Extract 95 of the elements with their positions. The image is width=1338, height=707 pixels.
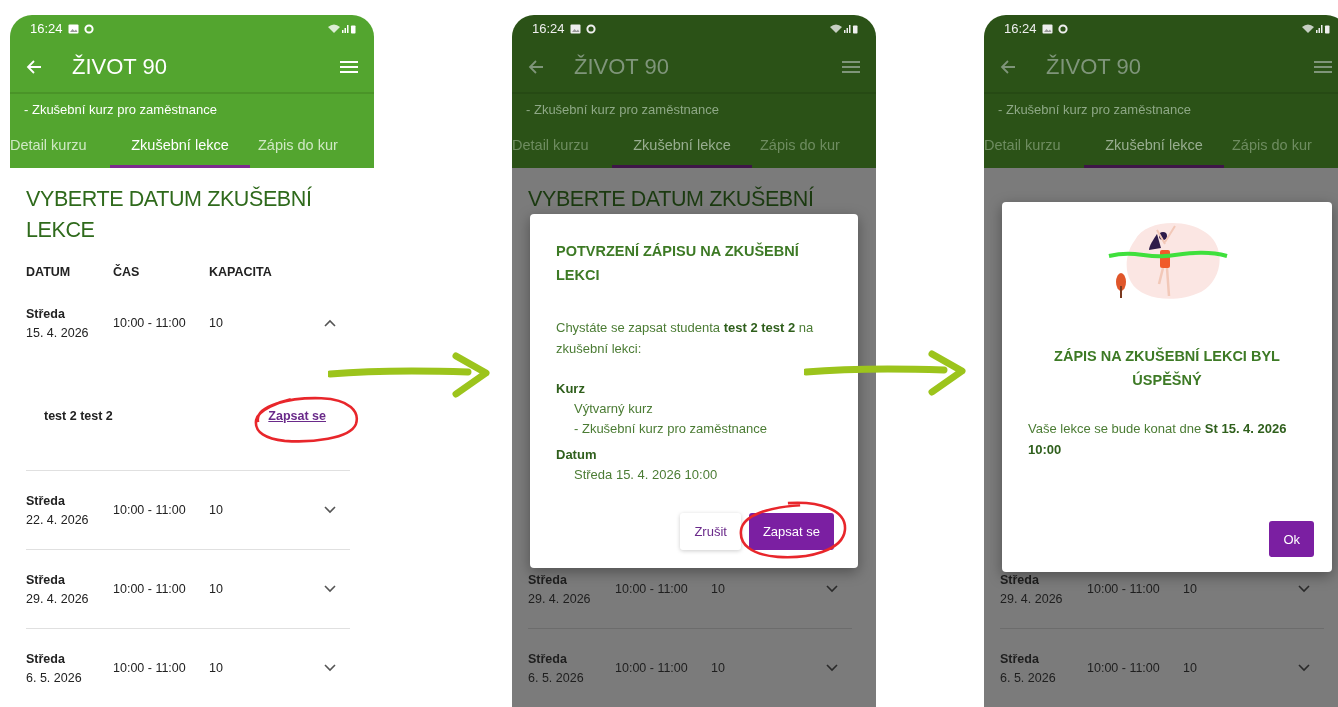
- field-value: - Zkušební kurz pro zaměstnance: [573, 420, 768, 438]
- capacity-value: 10: [209, 661, 224, 675]
- date-text: 6. 5. 2026: [26, 670, 83, 685]
- enroll-link[interactable]: Zapsat se: [268, 409, 326, 423]
- dialog-message: Chystáte se zapsat studenta test 2 test 2 na zkušební lekci:: [556, 319, 815, 358]
- capacity-value: 10: [1183, 582, 1198, 596]
- weekday: Středa: [26, 493, 66, 508]
- app-title: ŽIVOT 90: [1046, 54, 1142, 80]
- time-range: 10:00 - 11:00: [113, 503, 187, 517]
- course-subtitle: - Zkušební kurz pro zaměstnance: [998, 102, 1191, 117]
- date-row[interactable]: Středa 6. 5. 2026 10:00 - 11:00 10: [984, 629, 1324, 707]
- course-subtitle: - Zkušební kurz pro zaměstnance: [526, 102, 719, 117]
- capacity-value: 10: [209, 582, 224, 596]
- sync-icon: [83, 23, 94, 34]
- capacity-value: 10: [1183, 661, 1198, 675]
- sync-icon: [585, 23, 596, 34]
- tab[interactable]: Detail kurzu: [10, 125, 110, 168]
- app-title: ŽIVOT 90: [574, 54, 670, 80]
- dialog-button[interactable]: Zrušit: [680, 513, 741, 550]
- dialog-button[interactable]: Zapsat se: [748, 513, 834, 550]
- capacity-value: 10: [209, 316, 224, 330]
- time-range: 10:00 - 11:00: [113, 661, 187, 675]
- course-subtitle: - Zkušební kurz pro zaměstnance: [24, 102, 217, 117]
- date-text: 15. 4. 2026: [26, 325, 90, 340]
- date-row[interactable]: Středa 6. 5. 2026 10:00 - 11:00 10: [10, 629, 350, 707]
- page-heading: VYBERTE DATUM ZKUŠEBNÍ: [527, 185, 815, 213]
- time-range: 10:00 - 11:00: [113, 582, 187, 596]
- tab[interactable]: Detail kurzu: [984, 125, 1084, 168]
- date-text: 6. 5. 2026: [1000, 670, 1057, 685]
- weekday: Středa: [1000, 651, 1040, 666]
- date-text: 29. 4. 2026: [26, 591, 90, 606]
- weekday: Středa: [528, 572, 568, 587]
- date-text: 22. 4. 2026: [26, 512, 90, 527]
- chevron-down-icon[interactable]: [1298, 664, 1310, 672]
- status-time: 16:24: [1004, 21, 1037, 36]
- chevron-down-icon[interactable]: [826, 664, 838, 672]
- weekday: Středa: [26, 651, 66, 666]
- tab[interactable]: Detail kurzu: [512, 125, 612, 168]
- time-range: 10:00 - 11:00: [1087, 582, 1161, 596]
- chevron-down-icon[interactable]: [324, 664, 336, 672]
- tab[interactable]: Zkušební lekce: [110, 125, 250, 168]
- time-range: 10:00 - 11:00: [1087, 661, 1161, 675]
- back-arrow-icon[interactable]: [1000, 59, 1016, 75]
- date-text: 29. 4. 2026: [528, 591, 592, 606]
- column-header: ČAS: [113, 265, 141, 279]
- weekday: Středa: [26, 306, 66, 321]
- signal-status-icons: [830, 23, 858, 34]
- chevron-down-icon[interactable]: [1298, 585, 1310, 593]
- tab[interactable]: Zápis do kur: [258, 125, 368, 168]
- tab[interactable]: Zápis do kur: [760, 125, 870, 168]
- status-time: 16:24: [30, 21, 63, 36]
- page-heading: VYBERTE DATUM ZKUŠEBNÍ LEKCE: [25, 185, 313, 244]
- student-name: test 2 test 2: [44, 409, 113, 423]
- dialog-title: POTVRZENÍ ZÁPISU NA ZKUŠEBNÍ LEKCI: [556, 241, 800, 285]
- menu-icon[interactable]: [842, 60, 860, 74]
- time-range: 10:00 - 11:00: [113, 316, 187, 330]
- capacity-value: 10: [209, 503, 224, 517]
- date-row[interactable]: Středa 22. 4. 2026 10:00 - 11:00 10: [10, 471, 350, 549]
- column-header: DATUM: [26, 265, 72, 279]
- column-header: KAPACITA: [209, 265, 273, 279]
- field-label: Datum: [556, 446, 598, 464]
- time-range: 10:00 - 11:00: [615, 661, 689, 675]
- dialog-message: Vaše lekce se bude konat dne St 15. 4. 2026 10:00: [1028, 420, 1288, 459]
- date-row[interactable]: Středa 15. 4. 2026 10:00 - 11:00 10: [10, 284, 350, 362]
- time-range: 10:00 - 11:00: [615, 582, 689, 596]
- tab[interactable]: Zápis do kur: [1232, 125, 1338, 168]
- signal-status-icons: [1302, 23, 1330, 34]
- field-value: Středa 15. 4. 2026 10:00: [573, 466, 719, 484]
- weekday: Středa: [1000, 572, 1040, 587]
- chevron-down-icon[interactable]: [324, 585, 336, 593]
- gallery-icon: [67, 23, 79, 34]
- sync-icon: [1057, 23, 1068, 34]
- gallery-icon: [569, 23, 581, 34]
- status-time: 16:24: [532, 21, 565, 36]
- signal-status-icons: [328, 23, 356, 34]
- app-title: ŽIVOT 90: [72, 54, 168, 80]
- back-arrow-icon[interactable]: [528, 59, 544, 75]
- weekday: Středa: [26, 572, 66, 587]
- field-value: Výtvarný kurz: [573, 400, 654, 418]
- date-text: 29. 4. 2026: [1000, 591, 1064, 606]
- gallery-icon: [1041, 23, 1053, 34]
- chevron-up-icon[interactable]: [324, 319, 336, 327]
- menu-icon[interactable]: [1314, 60, 1332, 74]
- field-label: Kurz: [556, 380, 586, 398]
- capacity-value: 10: [711, 661, 726, 675]
- chevron-down-icon[interactable]: [826, 585, 838, 593]
- chevron-down-icon[interactable]: [324, 506, 336, 514]
- capacity-value: 10: [711, 582, 726, 596]
- dialog-title: ZÁPIS NA ZKUŠEBNÍ LEKCI BYL ÚSPĚŠNÝ: [1053, 346, 1281, 390]
- date-row[interactable]: Středa 29. 4. 2026 10:00 - 11:00 10: [10, 550, 350, 628]
- weekday: Středa: [528, 651, 568, 666]
- date-row[interactable]: Středa 29. 4. 2026 10:00 - 11:00 10: [512, 550, 852, 628]
- date-row[interactable]: Středa 6. 5. 2026 10:00 - 11:00 10: [512, 629, 852, 707]
- date-text: 6. 5. 2026: [528, 670, 585, 685]
- dialog-button[interactable]: Ok: [1269, 521, 1314, 557]
